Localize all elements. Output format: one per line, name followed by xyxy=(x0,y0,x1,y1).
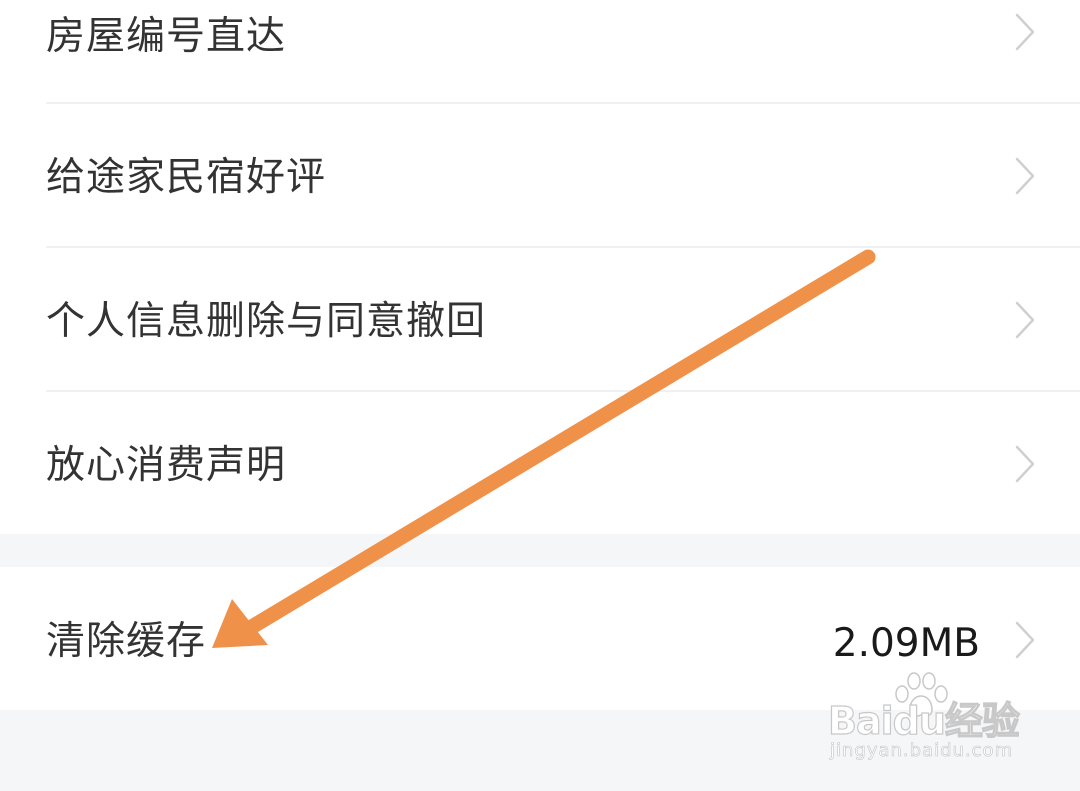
settings-item-consumer-statement[interactable]: 放心消费声明 xyxy=(0,392,1080,534)
chevron-right-icon xyxy=(1015,301,1035,339)
settings-item-good-review[interactable]: 给途家民宿好评 xyxy=(0,104,1080,246)
settings-group-cache: 清除缓存 2.09MB xyxy=(0,567,1080,710)
clear-cache-item[interactable]: 清除缓存 2.09MB xyxy=(0,567,1080,710)
watermark-url: jingyan.baidu.com xyxy=(830,740,1014,762)
chevron-right-icon xyxy=(1015,621,1035,659)
settings-item-house-number[interactable]: 房屋编号直达 xyxy=(0,0,1080,103)
chevron-right-icon xyxy=(1015,157,1035,195)
chevron-right-icon xyxy=(1015,445,1035,483)
cache-size-value: 2.09MB xyxy=(832,621,980,666)
settings-item-label: 给途家民宿好评 xyxy=(46,155,327,200)
settings-item-personal-info-deletion[interactable]: 个人信息删除与同意撤回 xyxy=(0,248,1080,390)
settings-group-main: 房屋编号直达 给途家民宿好评 个人信息删除与同意撤回 放心消费声明 xyxy=(0,0,1080,534)
settings-item-label: 放心消费声明 xyxy=(46,443,287,488)
settings-item-label: 个人信息删除与同意撤回 xyxy=(46,299,487,344)
chevron-right-icon xyxy=(1015,13,1035,51)
settings-item-label: 房屋编号直达 xyxy=(46,14,287,59)
clear-cache-label: 清除缓存 xyxy=(46,619,207,664)
